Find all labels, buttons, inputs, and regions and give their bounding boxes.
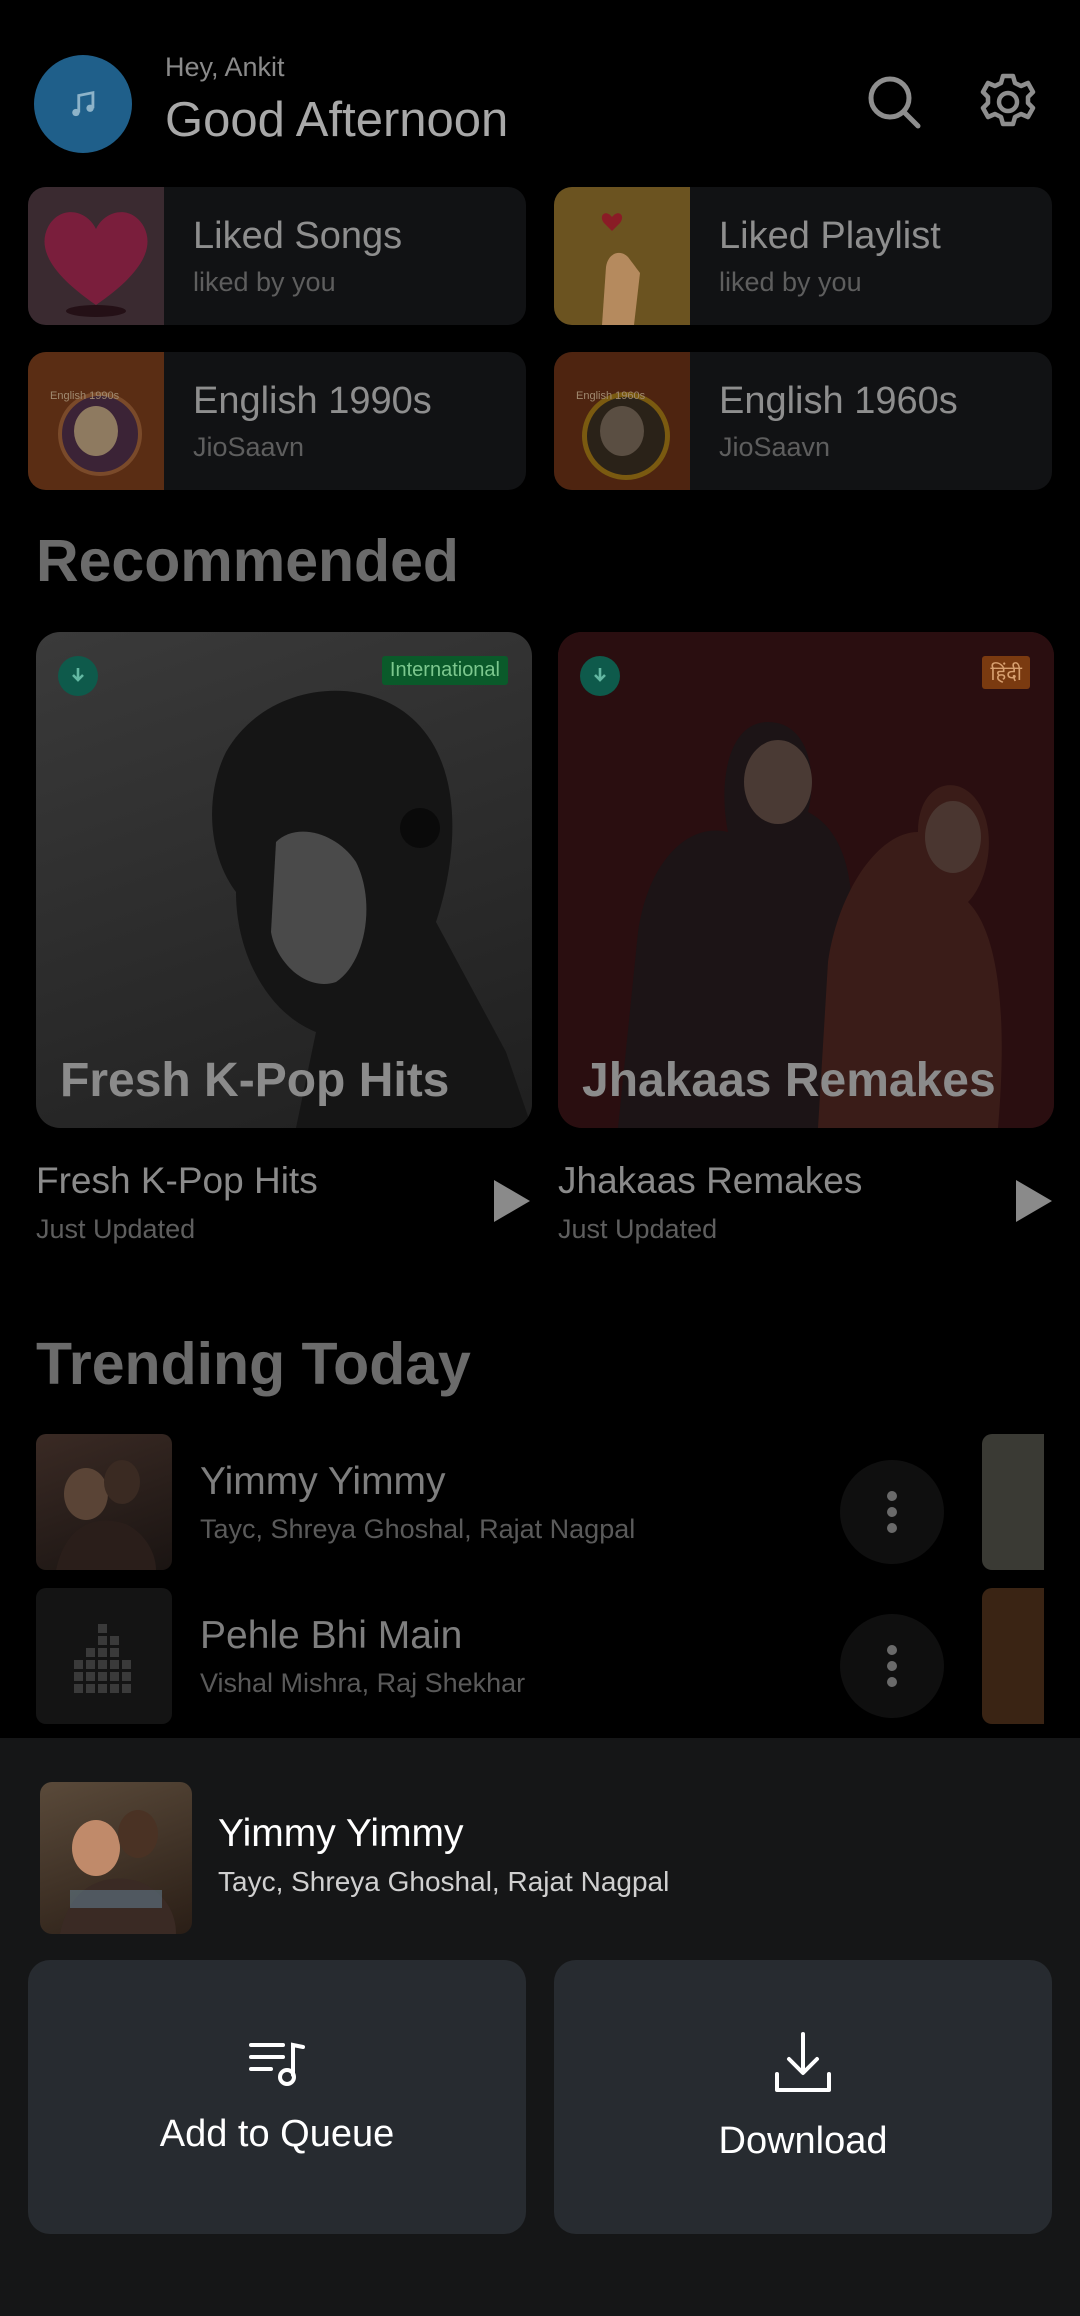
search-icon[interactable]	[862, 70, 926, 134]
download-button[interactable]: Download	[554, 1960, 1052, 2234]
next-column-artwork[interactable]	[982, 1434, 1044, 1570]
card-overlay-title: Fresh K-Pop Hits	[60, 1054, 450, 1107]
tile-title: English 1990s	[193, 380, 432, 422]
quick-tile-liked-playlist[interactable]: Liked Playlist liked by you	[554, 187, 1052, 325]
equalizer-icon	[74, 1624, 131, 1693]
track-title: Pehle Bhi Main	[200, 1614, 463, 1657]
more-vertical-icon	[887, 1645, 897, 1687]
profile-avatar[interactable]	[34, 55, 132, 153]
card-subtitle: Just Updated	[36, 1214, 196, 1244]
finger-heart-icon	[601, 213, 640, 325]
tile-title: Liked Songs	[193, 215, 403, 257]
download-icon	[775, 2031, 831, 2092]
sheet-song-title: Yimmy Yimmy	[218, 1812, 464, 1855]
heart-icon	[44, 212, 148, 317]
tile-title: Liked Playlist	[719, 215, 941, 257]
section-title-trending: Trending Today	[36, 1331, 471, 1397]
greeting-title: Good Afternoon	[165, 93, 509, 147]
quick-tile-liked-songs[interactable]: Liked Songs liked by you	[28, 187, 526, 325]
quick-tile-english-1990s[interactable]: English 1990s English 1990s JioSaavn	[28, 352, 526, 490]
quick-tile-english-1960s[interactable]: English 1960s English 1960s JioSaavn	[554, 352, 1052, 490]
queue-music-icon	[249, 2042, 305, 2086]
tile-title: English 1960s	[719, 380, 958, 422]
card-overlay-title: Jhakaas Remakes	[582, 1054, 996, 1107]
next-column-artwork[interactable]	[982, 1588, 1044, 1724]
art-label: English 1960s	[576, 390, 646, 402]
track-title: Yimmy Yimmy	[200, 1460, 446, 1503]
home-screen: Hey, Ankit Good Afternoon Liked Songs li…	[0, 0, 1080, 2316]
card-title: Fresh K-Pop Hits	[36, 1160, 318, 1201]
tile-subtitle: liked by you	[193, 267, 336, 297]
greeting-subtitle: Hey, Ankit	[165, 52, 285, 82]
track-more-button[interactable]	[840, 1460, 944, 1564]
add-to-queue-label: Add to Queue	[159, 2112, 395, 2155]
sheet-song-artwork	[40, 1782, 192, 1934]
download-badge-icon	[580, 656, 620, 696]
liked-playlist-art	[554, 187, 690, 325]
section-title-recommended: Recommended	[36, 528, 459, 594]
playlist-card-kpop[interactable]: International Fresh K-Pop Hits	[36, 632, 532, 1128]
card-title: Jhakaas Remakes	[558, 1160, 863, 1201]
track-artwork[interactable]	[36, 1434, 172, 1570]
sheet-song-artists: Tayc, Shreya Ghoshal, Rajat Nagpal	[218, 1866, 670, 1897]
tile-subtitle: liked by you	[719, 267, 862, 297]
english-1960s-art: English 1960s	[554, 352, 690, 490]
card-subtitle: Just Updated	[558, 1214, 718, 1244]
add-to-queue-button[interactable]: Add to Queue	[28, 1960, 526, 2234]
track-artwork-placeholder[interactable]	[36, 1588, 172, 1724]
download-badge-icon	[58, 656, 98, 696]
tile-subtitle: JioSaavn	[193, 432, 305, 462]
track-artists: Tayc, Shreya Ghoshal, Rajat Nagpal	[200, 1514, 636, 1544]
art-label: English 1990s	[50, 390, 120, 402]
track-more-button[interactable]	[840, 1614, 944, 1718]
play-icon[interactable]	[492, 1178, 532, 1224]
english-1990s-art: English 1990s	[28, 352, 164, 490]
playlist-card-jhakaas[interactable]: हिंदी Jhakaas Remakes	[558, 632, 1054, 1128]
track-artists: Vishal Mishra, Raj Shekhar	[200, 1668, 526, 1698]
liked-songs-art	[28, 187, 164, 325]
gear-icon[interactable]	[976, 70, 1040, 134]
category-badge: International	[381, 656, 508, 685]
play-icon[interactable]	[1014, 1178, 1054, 1224]
tile-subtitle: JioSaavn	[719, 432, 831, 462]
music-note-icon	[72, 90, 95, 117]
category-badge: हिंदी	[982, 656, 1030, 689]
download-label: Download	[718, 2119, 888, 2162]
more-vertical-icon	[887, 1491, 897, 1533]
